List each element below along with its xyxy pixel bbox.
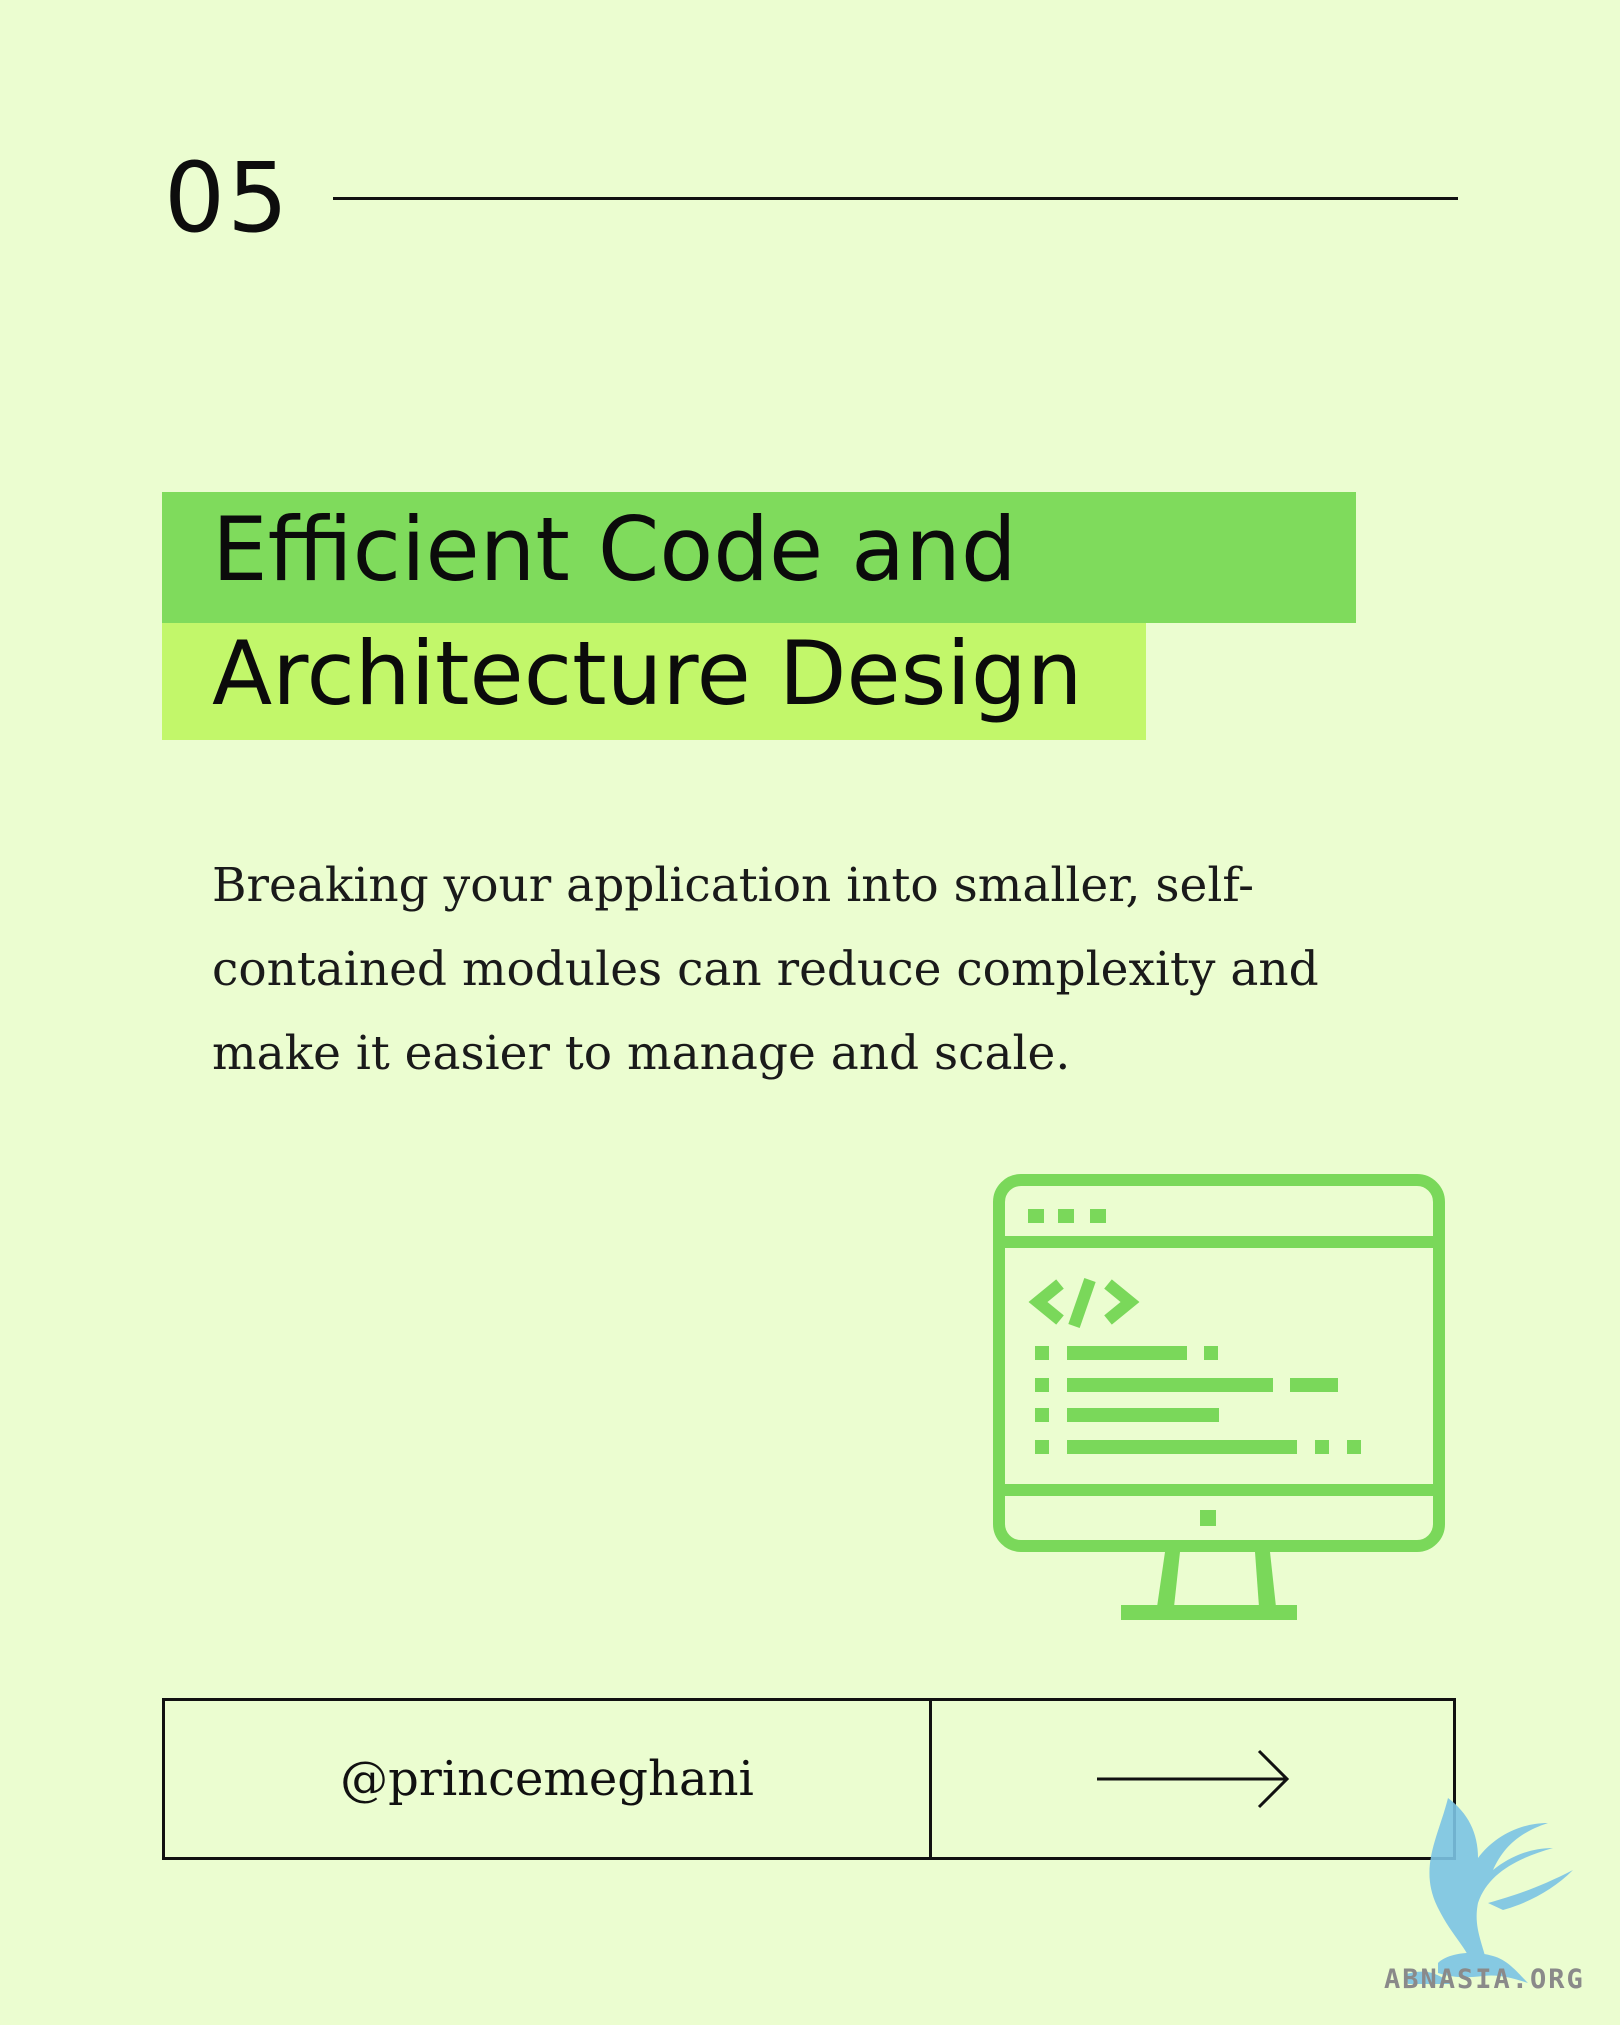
title-line-1: Efficient Code and — [212, 498, 1017, 601]
author-handle[interactable]: @princemeghani — [165, 1701, 929, 1857]
footer-bar: @princemeghani — [162, 1698, 1456, 1860]
body-line-1: Breaking your application into smaller, … — [212, 858, 1254, 913]
body-paragraph: Breaking your application into smaller, … — [212, 844, 1412, 1096]
body-line-2: contained modules can reduce complexity … — [212, 942, 1319, 997]
body-line-3: make it easier to manage and scale. — [212, 1026, 1071, 1081]
title-line-2: Architecture Design — [212, 622, 1083, 725]
watermark-text: ABNASIA.ORG — [1384, 1964, 1585, 1995]
top-divider-line — [333, 197, 1458, 200]
slide-number: 05 — [164, 142, 291, 254]
code-tag-glyph — [1028, 1278, 1140, 1328]
code-monitor-icon — [993, 1174, 1445, 1620]
footer-divider — [929, 1701, 932, 1857]
arrow-right-icon[interactable] — [1095, 1745, 1295, 1813]
